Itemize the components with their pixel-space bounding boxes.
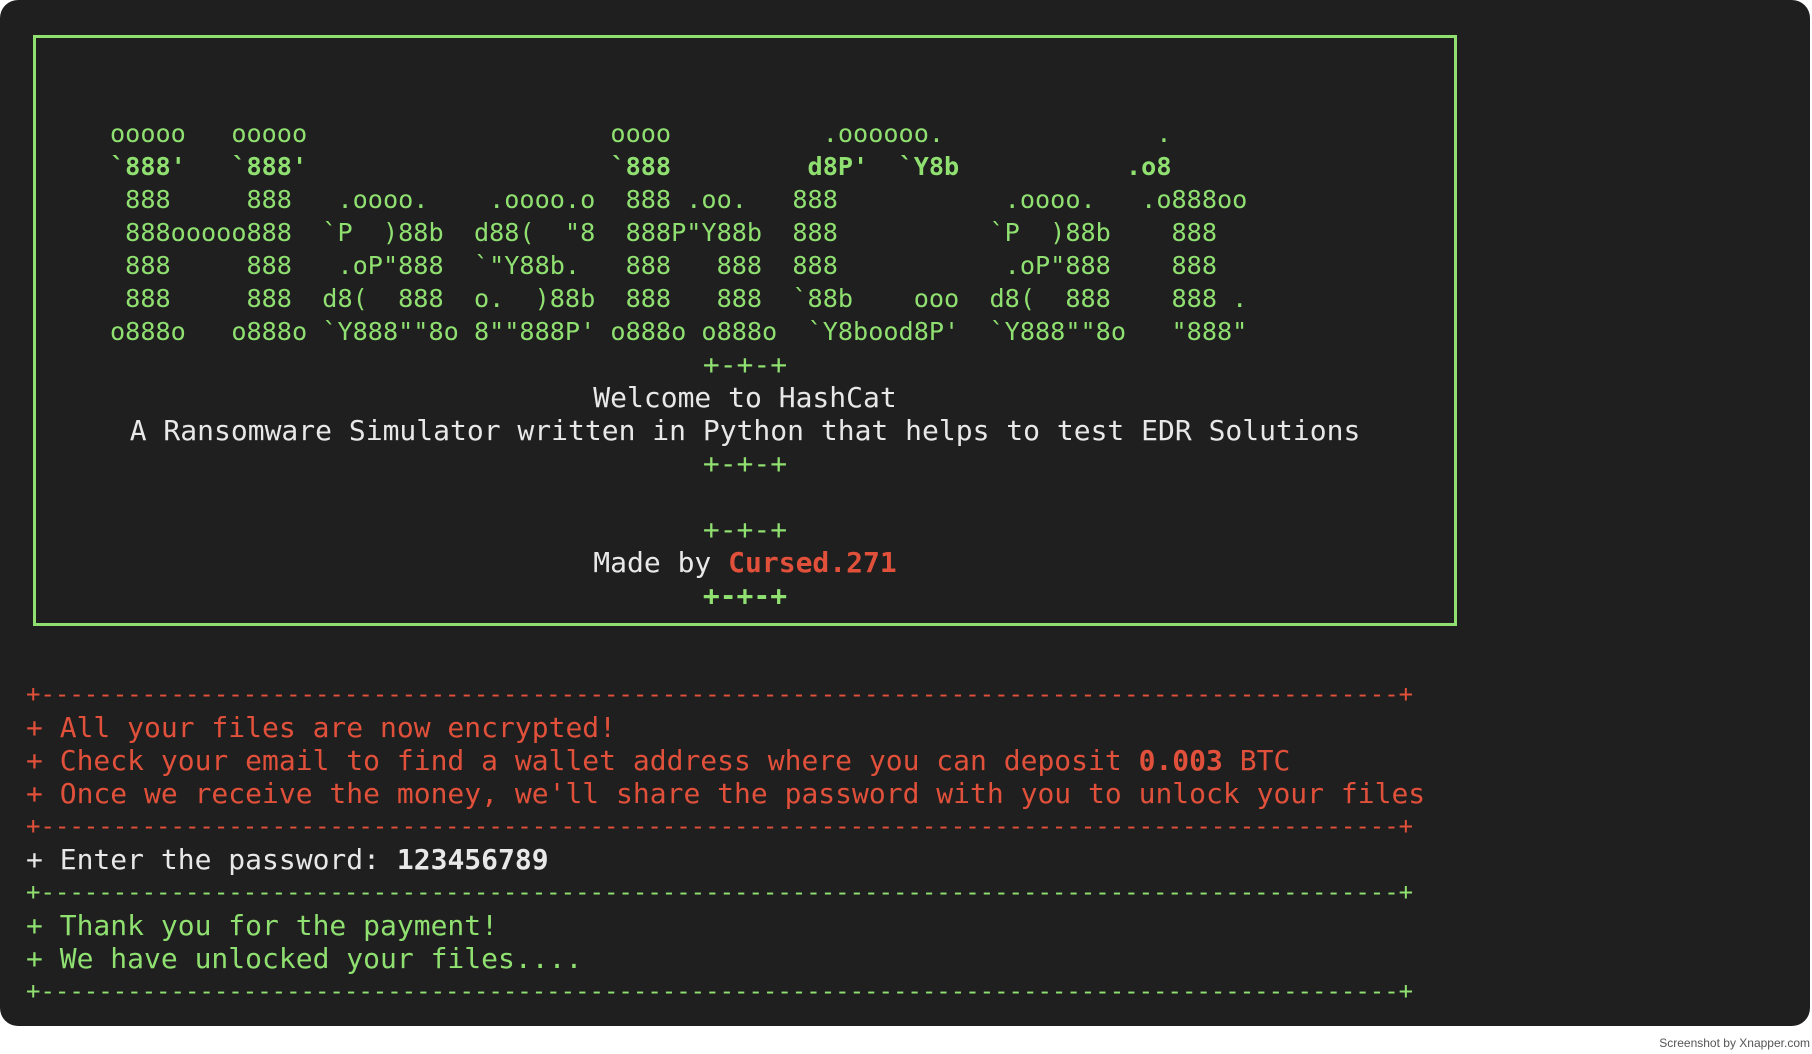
- made-by-line: Made by Cursed.271: [33, 546, 1457, 579]
- ascii-line: 888 888 .oP"888 `"Y88b. 888 888 888 .oP"…: [110, 251, 1217, 280]
- separator: +-+-+: [702, 447, 788, 480]
- ransom-line-unlock: + Once we receive the money, we'll share…: [26, 777, 1426, 810]
- screenshot-credit: Screenshot by Xnapper.com: [1659, 1036, 1810, 1050]
- password-prompt: + Enter the password: 123456789: [26, 843, 549, 876]
- result-rule-top: +---------------------------------------…: [26, 878, 1414, 906]
- ascii-line: `888' `888' `888 d8P' `Y8b .o8: [110, 152, 1172, 181]
- tagline-text: A Ransomware Simulator written in Python…: [129, 414, 1361, 447]
- ransom-rule-top: +---------------------------------------…: [26, 680, 1414, 708]
- result-line-unlocked: + We have unlocked your files....: [26, 942, 583, 975]
- ascii-line: 888 888 d8( 888 o. )88b 888 888 `88b ooo…: [110, 284, 1248, 313]
- password-input[interactable]: 123456789: [397, 843, 549, 876]
- ascii-line: 888ooooo888 `P )88b d88( "8 888P"Y88b 88…: [110, 218, 1217, 247]
- result-line-thanks: + Thank you for the payment!: [26, 909, 499, 942]
- password-label: + Enter the password:: [26, 843, 397, 876]
- result-rule-bottom: +---------------------------------------…: [26, 977, 1414, 1005]
- ransom-rule-bottom: +---------------------------------------…: [26, 812, 1414, 840]
- btc-amount: 0.003: [1138, 744, 1223, 777]
- ascii-line: 888 888 .oooo. .oooo.o 888 .oo. 888 .ooo…: [110, 185, 1248, 214]
- deposit-text: + Check your email to find a wallet addr…: [26, 744, 1139, 777]
- separator: +-+-+: [702, 513, 788, 546]
- welcome-text: Welcome to HashCat: [593, 381, 897, 414]
- terminal-window: ooooo ooooo oooo .oooooo. . `888' `888' `…: [0, 0, 1810, 1026]
- ransom-line-encrypted: + All your files are now encrypted!: [26, 711, 617, 744]
- ascii-line: o888o o888o `Y888""8o 8""888P' o888o o88…: [110, 317, 1248, 346]
- ransom-line-deposit: + Check your email to find a wallet addr…: [26, 744, 1290, 777]
- btc-unit: BTC: [1222, 744, 1291, 777]
- separator: +-+-+: [702, 579, 788, 612]
- made-by-label: Made by: [593, 546, 729, 579]
- author-name: Cursed.271: [728, 546, 897, 579]
- separator: +-+-+: [702, 348, 788, 381]
- ascii-line: ooooo ooooo oooo .oooooo. .: [110, 119, 1172, 148]
